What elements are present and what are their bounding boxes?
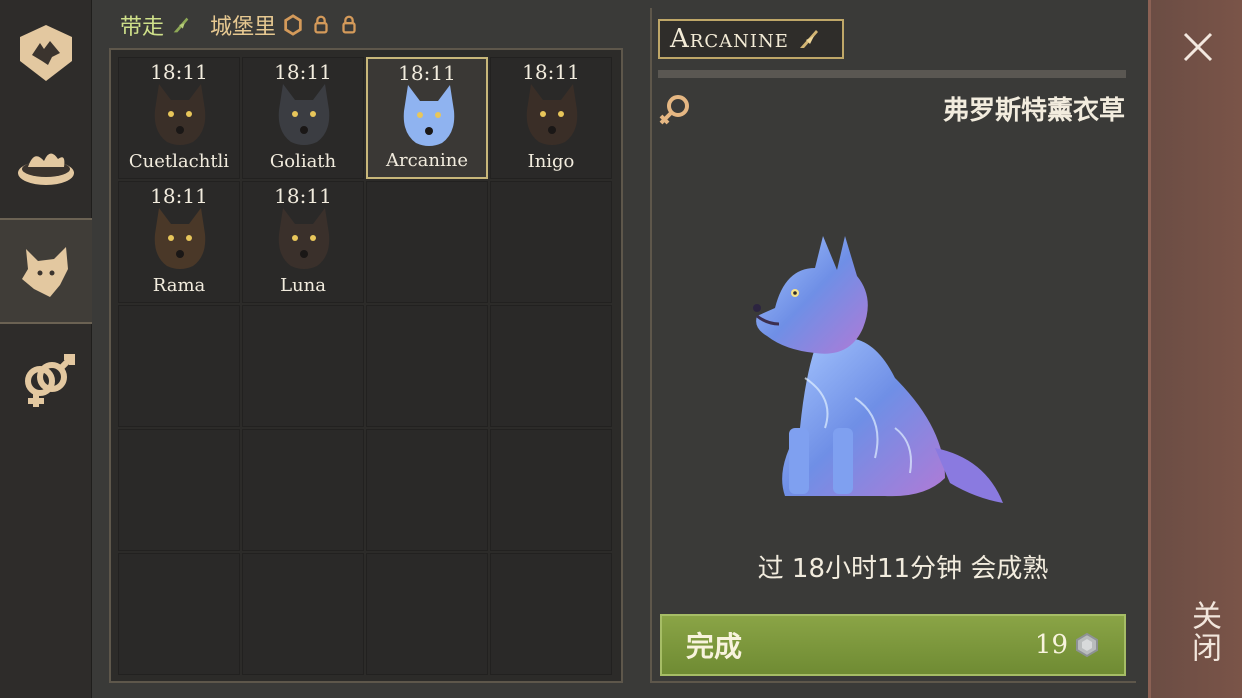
gem-icon: [1076, 632, 1098, 658]
animal-slot[interactable]: 18:11 Inigo: [490, 57, 612, 179]
wolf-head-icon: [22, 247, 68, 297]
empty-slot: [242, 553, 364, 675]
empty-slot: [118, 305, 240, 427]
slot-name: Cuetlachtli: [128, 151, 230, 172]
finish-label: 完成: [686, 630, 743, 663]
tab-carry-label: 带走: [120, 15, 165, 40]
finish-cost-value: 19: [1034, 630, 1068, 660]
empty-slot: [242, 429, 364, 551]
wolf-portrait-icon: [278, 208, 330, 269]
tab-carry[interactable]: 带走: [120, 9, 192, 41]
empty-slot: [118, 429, 240, 551]
animal-grid: 18:11 Cuetlachtli 18:11 Goliath 18:11 Arcanin…: [118, 57, 612, 675]
female-icon: [659, 95, 689, 125]
empty-slot: [366, 181, 488, 303]
wolf-portrait-icon: [403, 85, 455, 146]
slot-name: Arcanine: [385, 150, 468, 171]
settings-badge-icon: [284, 14, 302, 36]
slot-name: Rama: [152, 275, 206, 296]
wolf-portrait-icon: [154, 84, 206, 145]
finish-now-button[interactable]: 完成 19: [660, 614, 1126, 676]
quill-icon: [173, 17, 189, 33]
variety-label: 弗罗斯特薰衣草: [942, 96, 1125, 126]
castle-icon: [20, 25, 72, 81]
animal-slot[interactable]: 18:11 Luna: [242, 181, 364, 303]
slot-name: Goliath: [269, 151, 337, 172]
close-label[interactable]: 关闭: [1181, 600, 1225, 664]
animal-name: Arcanine: [670, 24, 789, 54]
animal-slot[interactable]: 18:11 Cuetlachtli: [118, 57, 240, 179]
empty-slot: [490, 429, 612, 551]
empty-slot: [490, 553, 612, 675]
animals-tab-button[interactable]: [0, 218, 92, 324]
lock-icon: [342, 15, 356, 34]
slot-name: Inigo: [527, 151, 575, 172]
growth-bar: [658, 70, 1126, 78]
empty-slot: [366, 429, 488, 551]
close-panel[interactable]: 关闭: [1148, 0, 1242, 698]
animal-name-box[interactable]: Arcanine: [658, 19, 844, 59]
wolf-portrait-icon: [278, 84, 330, 145]
close-icon[interactable]: [1181, 30, 1215, 64]
empty-slot: [366, 305, 488, 427]
castle-tab-button[interactable]: [0, 0, 92, 106]
wolf-portrait-icon: [526, 84, 578, 145]
rename-quill-icon[interactable]: [797, 27, 821, 51]
left-sidebar: [0, 0, 92, 698]
top-tabs: 带走 城堡里: [120, 8, 360, 42]
empty-slot: [490, 181, 612, 303]
empty-slot: [490, 305, 612, 427]
breeding-tab-button[interactable]: [0, 328, 92, 434]
empty-slot: [242, 305, 364, 427]
food-tab-button[interactable]: [0, 110, 92, 216]
slot-name: Luna: [280, 275, 326, 296]
wolf-pup-image: [753, 236, 1003, 503]
animal-slot[interactable]: 18:11 Goliath: [242, 57, 364, 179]
lock-icon: [314, 15, 328, 34]
breeding-gender-icon: [25, 354, 75, 407]
empty-slot: [118, 553, 240, 675]
wolf-portrait-icon: [154, 208, 206, 269]
animal-slot[interactable]: 18:11 Arcanine: [366, 57, 488, 179]
animal-slot[interactable]: 18:11 Rama: [118, 181, 240, 303]
empty-slot: [366, 553, 488, 675]
tab-castle-label: 城堡里: [210, 15, 277, 40]
maturity-timer-text: 过 18小时11分钟 会成熟: [757, 554, 1049, 584]
finish-cost: 19: [1035, 630, 1100, 660]
food-bowl-icon: [18, 153, 74, 185]
tab-castle[interactable]: 城堡里: [210, 9, 360, 41]
